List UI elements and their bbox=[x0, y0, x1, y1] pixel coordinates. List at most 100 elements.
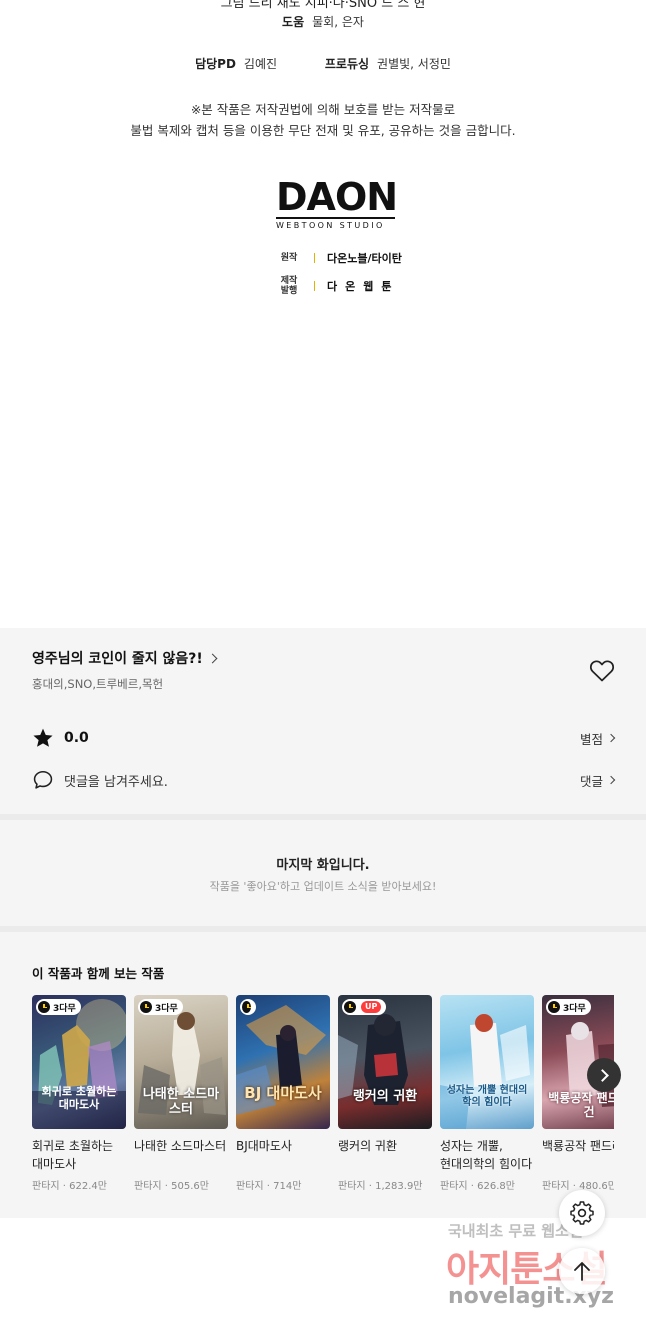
production-label-line1: 제작 bbox=[280, 276, 298, 286]
pd-label: 담당PD bbox=[195, 57, 236, 71]
cover-art bbox=[236, 1005, 326, 1115]
settings-button[interactable] bbox=[559, 1190, 605, 1236]
recommendation-cover: UP 랭커의 귀환 bbox=[338, 995, 432, 1129]
cover-title-art: 랭커의 귀환 bbox=[352, 1089, 418, 1104]
comment-link-label: 댓글 bbox=[579, 773, 603, 789]
last-episode-section: 마지막 화입니다. 작품을 '좋아요'하고 업데이트 소식을 받아보세요! bbox=[0, 820, 646, 926]
recommendation-card[interactable]: UP 랭커의 귀환 랭커의 귀환 판타지 · 1,283.9만 bbox=[338, 995, 432, 1192]
producing-credit: 프로듀싱 권별빛, 서정민 bbox=[325, 55, 451, 72]
rating-link[interactable]: 별점 bbox=[579, 729, 616, 748]
original-value: 다온노블/타이탄 bbox=[327, 252, 402, 265]
speech-bubble-icon bbox=[33, 770, 53, 789]
production-value: 다온웹툰 bbox=[327, 280, 400, 293]
recommendation-title: 나태한 소드마스터 bbox=[134, 1139, 227, 1153]
credit-staff-row: 담당PD 김예진 프로듀싱 권별빛, 서정민 bbox=[0, 55, 646, 72]
comment-prompt[interactable]: 댓글을 남겨주세요. bbox=[64, 771, 168, 790]
last-episode-subtitle: 작품을 '좋아요'하고 업데이트 소식을 받아보세요! bbox=[209, 880, 437, 893]
publisher-table: 원작 다온노블/타이탄 제작 발행 다온웹툰 bbox=[276, 250, 402, 306]
gear-icon bbox=[570, 1201, 594, 1225]
badge-up: UP bbox=[361, 1001, 382, 1013]
cover-title-art: BJ 대마도사 bbox=[244, 1084, 322, 1102]
recommendation-meta: 판타지 · 505.6만 bbox=[134, 1181, 209, 1192]
credits-cut-line: 그림 드리 채도 지피·나·SNO 드 스 현 bbox=[220, 0, 426, 11]
recommendation-card[interactable]: 3다무 회귀로 초월하는 대마도사 회귀로 초월하는 대마도사 판타지 · 62… bbox=[32, 995, 126, 1192]
series-info-section: 영주님의 코인이 줄지 않음?! 홍대의,SNO,트루베르,목헌 0.0 별점 … bbox=[0, 628, 646, 814]
assist-value: 물회, 은자 bbox=[312, 15, 364, 29]
recommendation-title: 회귀로 초월하는 대마도사 bbox=[32, 1139, 114, 1171]
recommendation-card[interactable]: 3다무 나태한 소드마스터 나태한 소드마스터 판타지 · 505.6만 bbox=[134, 995, 228, 1192]
comment-row: 댓글을 남겨주세요. 댓글 bbox=[32, 768, 616, 792]
scroll-top-button[interactable] bbox=[559, 1248, 605, 1294]
logo-subtitle: WEBTOON STUDIO bbox=[276, 221, 385, 230]
clock-icon bbox=[548, 1001, 560, 1013]
production-label: 제작 발행 bbox=[276, 276, 302, 296]
producing-label: 프로듀싱 bbox=[324, 57, 370, 71]
series-title-link[interactable]: 영주님의 코인이 줄지 않음?! bbox=[32, 648, 218, 668]
rating-row: 0.0 별점 bbox=[32, 726, 616, 750]
chevron-right-icon bbox=[207, 653, 218, 663]
recommendation-card[interactable]: 성자는 개뿔 현대의학의 힘이다 성자는 개뿔, 현대의학의 힘이다 판타지 ·… bbox=[440, 995, 534, 1192]
badge-label: 3다무 bbox=[155, 1003, 178, 1014]
copyright-notice: ※본 작품은 저작권법에 의해 보호를 받는 저작물로 불법 복제와 캡처 등을… bbox=[0, 99, 646, 141]
carousel-next-button[interactable] bbox=[587, 1058, 621, 1092]
badge: UP bbox=[342, 999, 387, 1015]
cover-title-art: 백룡공작 팬드래건 bbox=[548, 1091, 614, 1119]
separator bbox=[314, 253, 315, 263]
production-label-line2: 발행 bbox=[280, 286, 298, 296]
recommendation-cover: 성자는 개뿔 현대의학의 힘이다 bbox=[440, 995, 534, 1129]
comment-link[interactable]: 댓글 bbox=[579, 771, 616, 790]
notice-line-1: ※본 작품은 저작권법에 의해 보호를 받는 저작물로 bbox=[190, 102, 456, 117]
separator bbox=[314, 281, 315, 291]
rating-link-label: 별점 bbox=[579, 731, 603, 747]
chevron-right-icon bbox=[606, 775, 616, 785]
recommendation-title: 성자는 개뿔, 현대의학의 힘이다 bbox=[440, 1139, 533, 1171]
chevron-right-icon bbox=[596, 1068, 609, 1082]
pd-credit: 담당PD 김예진 bbox=[195, 55, 277, 72]
credits-section: 그림 드리 채도 지피·나·SNO 드 스 현 도움 물회, 은자 담당PD 김예진… bbox=[0, 0, 646, 628]
recommendations-heading: 이 작품과 함께 보는 작품 bbox=[32, 966, 165, 981]
original-row: 원작 다온노블/타이탄 bbox=[276, 250, 402, 266]
production-row: 제작 발행 다온웹툰 bbox=[276, 274, 402, 298]
pd-value: 김예진 bbox=[243, 57, 278, 71]
assist-label: 도움 bbox=[282, 15, 305, 29]
recommendation-title: 랭커의 귀환 bbox=[338, 1139, 398, 1153]
recommendation-card[interactable]: 3다무 백룡공작 팬드래건 백룡공작 팬드래건 판타지 · 480.6만 bbox=[542, 995, 614, 1192]
credit-assist-row: 도움 물회, 은자 bbox=[0, 13, 646, 30]
recommendation-meta: 판타지 · 1,283.9만 bbox=[338, 1181, 423, 1192]
cover-title-art: 회귀로 초월하는 대마도사 bbox=[41, 1085, 117, 1111]
daon-logo: DAON WEBTOON STUDIO bbox=[276, 178, 401, 230]
badge bbox=[240, 999, 256, 1015]
cover-art bbox=[338, 1014, 408, 1105]
series-title: 영주님의 코인이 줄지 않음?! bbox=[32, 651, 203, 667]
chevron-right-icon bbox=[606, 733, 616, 743]
series-authors: 홍대의,SNO,트루베르,목헌 bbox=[32, 677, 164, 691]
logo-wordmark: DAON bbox=[276, 175, 398, 219]
clock-icon bbox=[344, 1001, 356, 1013]
clock-icon bbox=[140, 1001, 152, 1013]
rating-value: 0.0 bbox=[64, 730, 89, 746]
last-episode-title: 마지막 화입니다. bbox=[276, 858, 370, 873]
badge-label: 3다무 bbox=[53, 1003, 76, 1014]
cover-title-art: 성자는 개뿔 현대의학의 힘이다 bbox=[446, 1085, 528, 1108]
clock-icon bbox=[242, 1001, 251, 1013]
producing-value: 권별빛, 서정민 bbox=[377, 57, 451, 71]
recommendation-meta: 판타지 · 626.8만 bbox=[440, 1181, 515, 1192]
cover-title-art: 나태한 소드마스터 bbox=[142, 1087, 220, 1117]
recommendation-meta: 판타지 · 622.4만 bbox=[32, 1181, 107, 1192]
recommendation-cover: 3다무 나태한 소드마스터 bbox=[134, 995, 228, 1129]
recommendations-carousel: 3다무 회귀로 초월하는 대마도사 회귀로 초월하는 대마도사 판타지 · 62… bbox=[32, 995, 614, 1205]
recommendation-card[interactable]: BJ 대마도사 BJ대마도사 판타지 · 714만 bbox=[236, 995, 330, 1192]
recommendation-title: BJ대마도사 bbox=[236, 1139, 292, 1153]
recommendation-cover: 3다무 회귀로 초월하는 대마도사 bbox=[32, 995, 126, 1129]
clock-icon bbox=[38, 1001, 50, 1013]
star-icon bbox=[33, 728, 53, 747]
badge: 3다무 bbox=[546, 999, 591, 1015]
recommendations-section: 이 작품과 함께 보는 작품 3다무 회귀로 초월하는 대마도사 회귀로 초월하… bbox=[0, 932, 646, 1218]
notice-line-2: 불법 복제와 캡처 등을 이용한 무단 전재 및 유포, 공유하는 것을 금합니… bbox=[130, 123, 516, 138]
badge: 3다무 bbox=[36, 999, 81, 1015]
badge: 3다무 bbox=[138, 999, 183, 1015]
original-label: 원작 bbox=[280, 253, 298, 263]
heart-outline-icon[interactable] bbox=[589, 659, 615, 683]
recommendation-meta: 판타지 · 714만 bbox=[236, 1181, 302, 1192]
watermark: 국내최초 무료 웹소설 아지툰소설 novelagit.xyz bbox=[428, 1220, 638, 1320]
